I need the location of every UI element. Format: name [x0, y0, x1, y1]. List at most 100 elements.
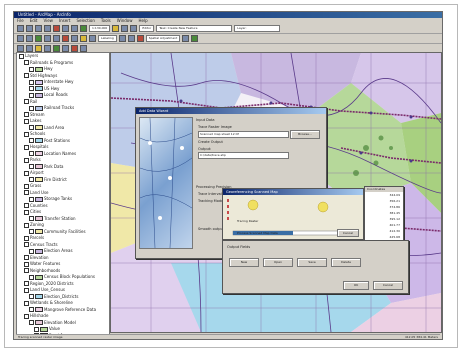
trace-source-field[interactable]: Scanned map sheet 12.tif: [198, 131, 289, 138]
color-icon[interactable]: [136, 35, 144, 42]
layer-visibility-checkbox[interactable]: [24, 60, 29, 66]
layer-visibility-checkbox[interactable]: [24, 144, 29, 150]
identify-icon[interactable]: [112, 25, 120, 32]
globe-icon[interactable]: [35, 35, 42, 42]
new-button[interactable]: New: [229, 258, 259, 267]
layer-visibility-checkbox[interactable]: [34, 326, 39, 332]
layer-visibility-checkbox[interactable]: [29, 105, 34, 111]
find-icon[interactable]: [71, 35, 78, 42]
draw-icon[interactable]: [80, 35, 87, 42]
menu-insert[interactable]: Insert: [59, 18, 70, 24]
paste-icon[interactable]: [71, 25, 78, 32]
menu-selection[interactable]: Selection: [76, 18, 94, 24]
layer-visibility-checkbox[interactable]: [29, 177, 34, 183]
layer-visibility-checkbox[interactable]: [24, 131, 29, 137]
layer-visibility-checkbox[interactable]: [24, 183, 29, 189]
scale-select[interactable]: 1:130,000: [89, 25, 111, 32]
layer-visibility-checkbox[interactable]: [24, 255, 29, 261]
layer-visibility-checkbox[interactable]: [29, 164, 34, 170]
layer-visibility-checkbox[interactable]: [24, 281, 29, 287]
menu-help[interactable]: Help: [139, 18, 148, 24]
layer-visibility-checkbox[interactable]: [24, 209, 29, 215]
cleanup-icon[interactable]: [44, 45, 51, 52]
layer-visibility-checkbox[interactable]: [24, 118, 29, 124]
trace-interval-option[interactable]: Trace Interval: [198, 192, 222, 196]
bold-icon[interactable]: [118, 35, 126, 42]
layer-visibility-checkbox[interactable]: [24, 222, 29, 228]
hyperlink-icon[interactable]: [62, 35, 69, 42]
layer-visibility-checkbox[interactable]: [29, 138, 34, 144]
layer-icon[interactable]: [53, 45, 60, 52]
browse-button[interactable]: Browse...: [290, 130, 320, 139]
layer-visibility-checkbox[interactable]: [29, 79, 34, 85]
layer-visibility-checkbox[interactable]: [29, 92, 34, 98]
copy-icon[interactable]: [62, 25, 69, 32]
save-button[interactable]: Save: [297, 258, 327, 267]
menu-view[interactable]: View: [43, 18, 53, 24]
open-button[interactable]: Open: [263, 258, 293, 267]
layer-visibility-checkbox[interactable]: [24, 99, 29, 105]
select-icon[interactable]: [44, 35, 51, 42]
layer-visibility-checkbox[interactable]: [24, 300, 29, 306]
cancel-button[interactable]: Cancel: [373, 281, 403, 290]
fill-icon[interactable]: [80, 45, 87, 52]
layer-visibility-checkbox[interactable]: [29, 307, 34, 313]
save-icon[interactable]: [35, 25, 42, 32]
raster-icon[interactable]: [17, 45, 24, 52]
spatial-adjust-menu[interactable]: Spatial Adjustment: [145, 35, 181, 42]
ok-button[interactable]: OK: [343, 281, 369, 290]
layer-visibility-checkbox[interactable]: [24, 313, 29, 319]
task-select[interactable]: Task: Create New Feature: [156, 25, 233, 32]
zoom-out-icon[interactable]: [130, 25, 138, 32]
full-extent-icon[interactable]: [26, 35, 33, 42]
italic-icon[interactable]: [127, 35, 135, 42]
layer-visibility-checkbox[interactable]: [29, 125, 34, 131]
tracking-mode-option[interactable]: Tracking Mode: [198, 199, 223, 203]
new-icon[interactable]: [17, 25, 24, 32]
layer-visibility-checkbox[interactable]: [29, 151, 34, 157]
layer-visibility-checkbox[interactable]: [29, 229, 34, 235]
menu-tools[interactable]: Tools: [101, 18, 111, 24]
menu-window[interactable]: Window: [117, 18, 133, 24]
layer-select[interactable]: Layer:: [234, 25, 281, 32]
layer-visibility-checkbox[interactable]: [29, 294, 34, 300]
layer-visibility-checkbox[interactable]: [24, 170, 29, 176]
trace-icon[interactable]: [35, 45, 42, 52]
measure-icon[interactable]: [53, 35, 60, 42]
adjust-icon[interactable]: [182, 35, 190, 42]
layer-visibility-checkbox[interactable]: [24, 261, 29, 267]
menu-edit[interactable]: Edit: [30, 18, 38, 24]
layer-visibility-checkbox[interactable]: [24, 190, 29, 196]
erase-icon[interactable]: [71, 45, 78, 52]
layer-visibility-checkbox[interactable]: [29, 274, 34, 280]
delete-button[interactable]: Delete: [331, 258, 361, 267]
text-icon[interactable]: [89, 35, 96, 42]
layer-visibility-checkbox[interactable]: [24, 157, 29, 163]
add-data-icon[interactable]: [80, 25, 87, 32]
menu-file[interactable]: File: [17, 18, 24, 24]
output-path-field[interactable]: C:\data\trace.shp: [198, 152, 289, 159]
labeling-menu[interactable]: Labeling: [98, 35, 117, 42]
layer-visibility-checkbox[interactable]: [24, 73, 29, 79]
layer-visibility-checkbox[interactable]: [29, 86, 34, 92]
vectorize-icon[interactable]: [26, 45, 33, 52]
layer-visibility-checkbox[interactable]: [19, 53, 24, 59]
layer-visibility-checkbox[interactable]: [29, 196, 34, 202]
open-icon[interactable]: [26, 25, 33, 32]
layer-visibility-checkbox[interactable]: [29, 320, 34, 326]
layer-visibility-checkbox[interactable]: [24, 242, 29, 248]
editor-menu[interactable]: Editor: [139, 25, 155, 32]
create-output-option[interactable]: Create Output: [198, 140, 223, 144]
trace-option[interactable]: Trace Raster Image: [198, 125, 232, 129]
cut-icon[interactable]: [53, 25, 60, 32]
layer-visibility-checkbox[interactable]: [29, 66, 34, 72]
pan-icon[interactable]: [17, 35, 24, 42]
zoom-in-icon[interactable]: [121, 25, 129, 32]
layer-visibility-checkbox[interactable]: [24, 112, 29, 118]
layer-visibility-checkbox[interactable]: [29, 248, 34, 254]
layer-visibility-checkbox[interactable]: [24, 235, 29, 241]
layer-visibility-checkbox[interactable]: [24, 287, 29, 293]
progress-cancel-button[interactable]: Cancel: [337, 229, 359, 237]
layer-visibility-checkbox[interactable]: [29, 216, 34, 222]
link-icon[interactable]: [191, 35, 199, 42]
